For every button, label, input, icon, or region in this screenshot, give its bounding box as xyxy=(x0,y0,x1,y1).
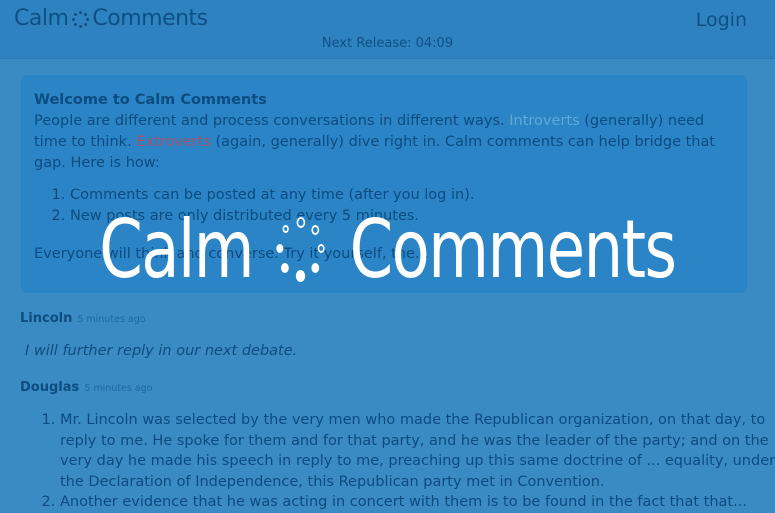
splash-right-text: Comments xyxy=(349,202,677,296)
splash-overlay: Calm Comments xyxy=(0,0,775,500)
loading-spinner-icon xyxy=(276,217,327,282)
splash-logo: Calm Comments xyxy=(99,202,677,296)
splash-left-text: Calm xyxy=(99,202,254,296)
